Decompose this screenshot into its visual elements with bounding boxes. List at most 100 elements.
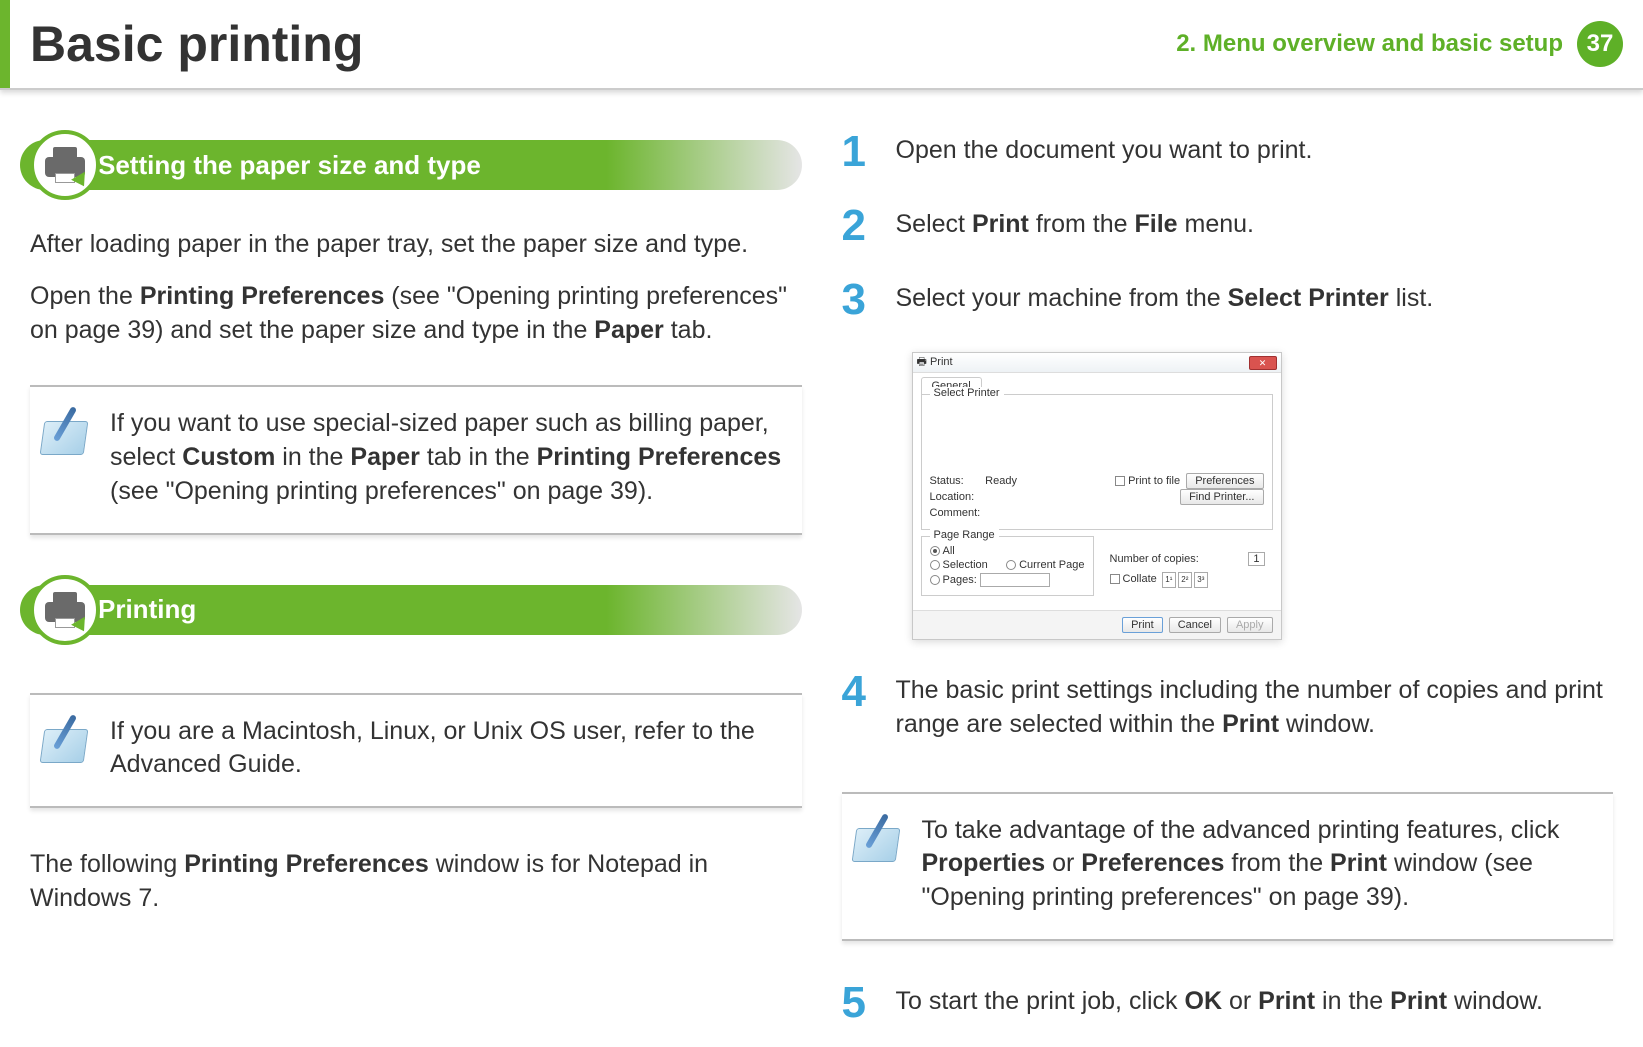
text-bold: Print xyxy=(972,210,1029,238)
print-to-file-checkbox[interactable] xyxy=(1115,476,1125,486)
note-box: If you are a Macintosh, Linux, or Unix O… xyxy=(30,693,802,809)
note-text: If you are a Macintosh, Linux, or Unix O… xyxy=(110,715,792,783)
label: Print to file xyxy=(1128,475,1180,487)
status-row: Status: Ready xyxy=(930,475,1017,487)
dialog-title: 🖶 Print xyxy=(917,353,953,372)
content-area: Setting the paper size and type After lo… xyxy=(0,90,1643,1045)
note-box: To take advantage of the advanced printi… xyxy=(842,792,1614,941)
printer-icon xyxy=(30,575,100,645)
text-bold: Paper xyxy=(594,316,663,344)
chapter-label: 2. Menu overview and basic setup xyxy=(1176,30,1563,58)
printer-list[interactable] xyxy=(930,403,1264,473)
text-bold: Paper xyxy=(350,443,419,471)
section-header-paper: Setting the paper size and type xyxy=(30,130,802,200)
text-bold: Printing Preferences xyxy=(140,282,385,310)
step-3: 3 Select your machine from the Select Pr… xyxy=(842,278,1614,322)
step-text: Open the document you want to print. xyxy=(896,130,1313,174)
text: Select xyxy=(896,210,972,238)
label: Status: xyxy=(930,475,964,487)
text-bold: Select Printer xyxy=(1228,284,1389,312)
text: in the xyxy=(1315,987,1390,1015)
cancel-button[interactable]: Cancel xyxy=(1169,617,1221,633)
label: Number of copies: xyxy=(1110,553,1199,565)
text: or xyxy=(1045,849,1081,877)
find-printer-button[interactable]: Find Printer... xyxy=(1180,489,1263,505)
text-bold: OK xyxy=(1185,987,1223,1015)
page-header: Basic printing 2. Menu overview and basi… xyxy=(0,0,1643,90)
text: tab. xyxy=(664,316,713,344)
step-number: 5 xyxy=(842,981,872,1025)
step-number: 4 xyxy=(842,670,872,742)
paragraph: Open the Printing Preferences (see "Open… xyxy=(30,280,802,348)
collate-icon: 1¹ xyxy=(1162,572,1176,588)
radio-all[interactable] xyxy=(930,546,940,556)
dialog-body: General Select Printer Status: Ready Pri… xyxy=(913,373,1281,610)
section-header-printing: Printing xyxy=(30,575,802,645)
radio-pages[interactable] xyxy=(930,575,940,585)
text: window. xyxy=(1279,710,1375,738)
print-button[interactable]: Print xyxy=(1122,617,1163,633)
value: Ready xyxy=(985,475,1017,487)
text: Open the xyxy=(30,282,140,310)
section-title: Setting the paper size and type xyxy=(20,140,802,190)
text-bold: Custom xyxy=(182,443,275,471)
label: Pages: xyxy=(943,574,977,586)
step-number: 2 xyxy=(842,204,872,248)
page-number-badge: 37 xyxy=(1577,21,1623,67)
step-text: Select your machine from the Select Prin… xyxy=(896,278,1434,322)
pages-input[interactable] xyxy=(980,573,1050,587)
text: from the xyxy=(1029,210,1135,238)
collate-icon: 2² xyxy=(1178,572,1192,588)
close-icon[interactable]: ✕ xyxy=(1249,356,1277,370)
step-4: 4 The basic print settings including the… xyxy=(842,670,1614,742)
step-text: To start the print job, click OK or Prin… xyxy=(896,981,1544,1025)
text: from the xyxy=(1224,849,1330,877)
text-bold: Printing Preferences xyxy=(537,443,782,471)
text-bold: Print xyxy=(1258,987,1315,1015)
text: The following xyxy=(30,850,184,878)
text-bold: Print xyxy=(1390,987,1447,1015)
step-text: The basic print settings including the n… xyxy=(896,670,1614,742)
text-bold: Print xyxy=(1222,710,1279,738)
printer-icon xyxy=(30,130,100,200)
note-icon xyxy=(40,407,90,457)
select-printer-panel: Select Printer Status: Ready Print to fi… xyxy=(921,394,1273,530)
text-bold: Properties xyxy=(922,849,1046,877)
dialog-titlebar: 🖶 Print ✕ xyxy=(913,353,1281,373)
text-bold: Printing Preferences xyxy=(184,850,429,878)
note-text: To take advantage of the advanced printi… xyxy=(922,814,1604,915)
label: Collate xyxy=(1123,573,1157,585)
right-controls: Print to file Preferences xyxy=(1115,475,1263,487)
text: menu. xyxy=(1178,210,1254,238)
radio-selection[interactable] xyxy=(930,560,940,570)
text: or xyxy=(1222,987,1258,1015)
text: To start the print job, click xyxy=(896,987,1185,1015)
radio-current-page[interactable] xyxy=(1006,560,1016,570)
note-icon xyxy=(40,715,90,765)
step-5: 5 To start the print job, click OK or Pr… xyxy=(842,981,1614,1025)
note-box: If you want to use special-sized paper s… xyxy=(30,385,802,534)
text: list. xyxy=(1389,284,1433,312)
label: Selection xyxy=(943,559,988,571)
accent-bar xyxy=(0,0,10,88)
page-range-panel: Page Range All Selection Current Page Pa… xyxy=(921,536,1094,596)
preferences-button[interactable]: Preferences xyxy=(1186,473,1263,489)
apply-button[interactable]: Apply xyxy=(1227,617,1273,633)
text: Select your machine from the xyxy=(896,284,1228,312)
step-1: 1 Open the document you want to print. xyxy=(842,130,1614,174)
copies-spinner[interactable]: 1 xyxy=(1248,552,1264,566)
page-title: Basic printing xyxy=(30,15,363,73)
text: tab in the xyxy=(420,443,537,471)
collate-checkbox[interactable] xyxy=(1110,574,1120,584)
left-column: Setting the paper size and type After lo… xyxy=(30,130,802,1025)
label: Comment: xyxy=(930,507,981,519)
text: (see "Opening printing preferences" on p… xyxy=(110,477,653,505)
print-dialog: 🖶 Print ✕ General Select Printer Status:… xyxy=(912,352,1282,640)
step-2: 2 Select Print from the File menu. xyxy=(842,204,1614,248)
text: in the xyxy=(275,443,350,471)
step-number: 3 xyxy=(842,278,872,322)
label: All xyxy=(943,545,955,557)
panel-title: Select Printer xyxy=(930,387,1004,399)
right-column: 1 Open the document you want to print. 2… xyxy=(842,130,1614,1025)
text-bold: Preferences xyxy=(1081,849,1224,877)
